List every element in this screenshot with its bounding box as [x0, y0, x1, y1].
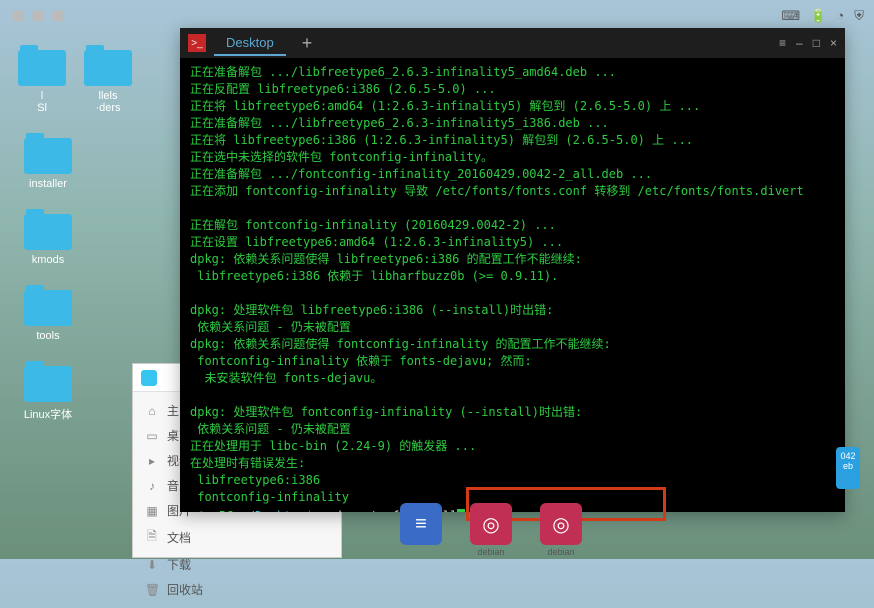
sidebar-item-icon: ▸ — [145, 454, 159, 468]
dock-app-icon: ≡ — [400, 503, 442, 545]
maximize-icon[interactable]: □ — [813, 36, 820, 50]
folder-label: l — [18, 90, 66, 102]
dock-app[interactable]: ◎ debian — [470, 503, 512, 557]
prompt-path: :~/Desktop — [233, 509, 305, 512]
traffic-light-max[interactable] — [52, 10, 64, 22]
sidebar-item-icon: ⌂ — [145, 404, 159, 418]
terminal-window-buttons: ≡ – □ × — [779, 36, 837, 50]
terminal-line: dpkg: 依赖关系问题使得 fontconfig-infinality 的配置… — [190, 336, 835, 353]
folder-label: Sl — [18, 102, 66, 114]
dock-app-label: debian — [470, 547, 512, 557]
terminal-line: 在处理时有错误发生: — [190, 455, 835, 472]
sidebar-item-icon: ⬇ — [145, 558, 159, 572]
battery-icon[interactable]: 🔋 — [810, 8, 826, 24]
folder-icon — [24, 366, 72, 402]
dock-app[interactable]: ◎ debian — [540, 503, 582, 557]
folder-label: installer — [18, 178, 78, 190]
terminal-line — [190, 387, 835, 404]
desktop-icons: l Sl llels ·ders installer kmods tools L… — [18, 50, 78, 422]
sidebar-item[interactable]: 🗑 回收站 — [133, 577, 341, 602]
prompt-user: a@a-PC — [190, 509, 233, 512]
terminal-line: 正在将 libfreetype6:i386 (1:2.6.3-infinalit… — [190, 132, 835, 149]
close-icon[interactable]: × — [830, 36, 837, 50]
terminal-line: libfreetype6:i386 依赖于 libharfbuzz0b (>= … — [190, 268, 835, 285]
terminal-line: dpkg: 处理软件包 libfreetype6:i386 (--install… — [190, 302, 835, 319]
folder-icon — [24, 214, 72, 250]
dock-app-label: debian — [540, 547, 582, 557]
folder-label: kmods — [18, 254, 78, 266]
desktop-folder-shared[interactable]: llels ·ders — [84, 50, 132, 114]
sidebar-item[interactable]: 🗎 文档 — [133, 523, 341, 552]
sidebar-item-icon: ♪ — [145, 479, 159, 493]
terminal-line — [190, 285, 835, 302]
dock-app-icon: ◎ — [470, 503, 512, 545]
terminal-line: 正在将 libfreetype6:amd64 (1:2.6.3-infinali… — [190, 98, 835, 115]
traffic-light-close[interactable] — [12, 10, 24, 22]
folder-icon — [24, 138, 72, 174]
folder-label: Linux字体 — [18, 406, 78, 422]
terminal-line: 依赖关系问题 - 仍未被配置 — [190, 319, 835, 336]
sidebar-item-label: 文档 — [167, 529, 191, 546]
traffic-light-min[interactable] — [32, 10, 44, 22]
sidebar-item-label: 回收站 — [167, 581, 203, 598]
terminal-line: 正在准备解包 .../fontconfig-infinality_2016042… — [190, 166, 835, 183]
terminal-line: 正在选中未选择的软件包 fontconfig-infinality。 — [190, 149, 835, 166]
minimize-icon[interactable]: – — [796, 36, 803, 50]
terminal-line: dpkg: 依赖关系问题使得 libfreetype6:i386 的配置工作不能… — [190, 251, 835, 268]
terminal-body[interactable]: 正在准备解包 .../libfreetype6_2.6.3-infinality… — [180, 58, 845, 512]
desktop-folder-linux-fonts[interactable]: Linux字体 — [18, 366, 78, 422]
prompt-sep: $ — [306, 509, 320, 512]
sidebar-item-icon: 🗎 — [145, 527, 159, 548]
menu-icon[interactable]: ≡ — [779, 36, 786, 50]
sidebar-item-icon: ▦ — [145, 504, 159, 518]
menubar-indicators: ⌨ 🔋 ◔ ⛨ — [781, 8, 864, 24]
terminal-line: 未安装软件包 fonts-dejavu。 — [190, 370, 835, 387]
keyboard-icon[interactable]: ⌨ — [781, 8, 800, 24]
terminal-line: 正在解包 fontconfig-infinality (20160429.004… — [190, 217, 835, 234]
clock-icon[interactable]: ◔ — [836, 8, 844, 24]
desktop-folder-kmods[interactable]: kmods — [18, 214, 78, 266]
terminal-line: 正在准备解包 .../libfreetype6_2.6.3-infinality… — [190, 115, 835, 132]
dock: ≡ ◎ debian ◎ debian — [400, 503, 582, 557]
terminal-line: 正在设置 libfreetype6:amd64 (1:2.6.3-infinal… — [190, 234, 835, 251]
terminal-line: 正在准备解包 .../libfreetype6_2.6.3-infinality… — [190, 64, 835, 81]
sidebar-item-icon: ▭ — [145, 429, 159, 443]
side-tile[interactable]: 042 eb — [836, 447, 860, 489]
terminal-line: 依赖关系问题 - 仍未被配置 — [190, 421, 835, 438]
folder-icon — [84, 50, 132, 86]
folder-icon — [18, 50, 66, 86]
side-tile-label: eb — [840, 461, 856, 471]
terminal-line: dpkg: 处理软件包 fontconfig-infinality (--ins… — [190, 404, 835, 421]
folder-icon — [24, 290, 72, 326]
terminal-window[interactable]: >_ Desktop + ≡ – □ × 正在准备解包 .../libfreet… — [180, 28, 845, 512]
terminal-line: fontconfig-infinality 依赖于 fonts-dejavu; … — [190, 353, 835, 370]
new-tab-button[interactable]: + — [294, 33, 321, 54]
terminal-tab[interactable]: Desktop — [214, 31, 286, 56]
terminal-line — [190, 200, 835, 217]
macos-window-controls — [12, 10, 64, 22]
terminal-line: 正在反配置 libfreetype6:i386 (2.6.5-5.0) ... — [190, 81, 835, 98]
dock-app-icon: ◎ — [540, 503, 582, 545]
file-manager-icon — [141, 370, 157, 386]
folder-label: tools — [18, 330, 78, 342]
dock-app[interactable]: ≡ — [400, 503, 442, 557]
terminal-line: libfreetype6:i386 — [190, 472, 835, 489]
shield-icon[interactable]: ⛨ — [854, 8, 864, 24]
sidebar-item[interactable]: ⬇下载 — [133, 552, 341, 577]
side-tile-label: 042 — [840, 451, 856, 461]
folder-label: llels — [84, 90, 132, 102]
terminal-app-icon: >_ — [188, 34, 206, 52]
terminal-line: 正在添加 fontconfig-infinality 导致 /etc/fonts… — [190, 183, 835, 200]
folder-label: ·ders — [84, 102, 132, 114]
desktop-folder-parallels[interactable]: l Sl — [18, 50, 66, 114]
terminal-tabbar: >_ Desktop + ≡ – □ × — [180, 28, 845, 58]
sidebar-item-icon: 🗑 — [145, 583, 159, 597]
terminal-line: 正在处理用于 libc-bin (2.24-9) 的触发器 ... — [190, 438, 835, 455]
desktop-folder-tools[interactable]: tools — [18, 290, 78, 342]
desktop-folder-installer[interactable]: installer — [18, 138, 78, 190]
